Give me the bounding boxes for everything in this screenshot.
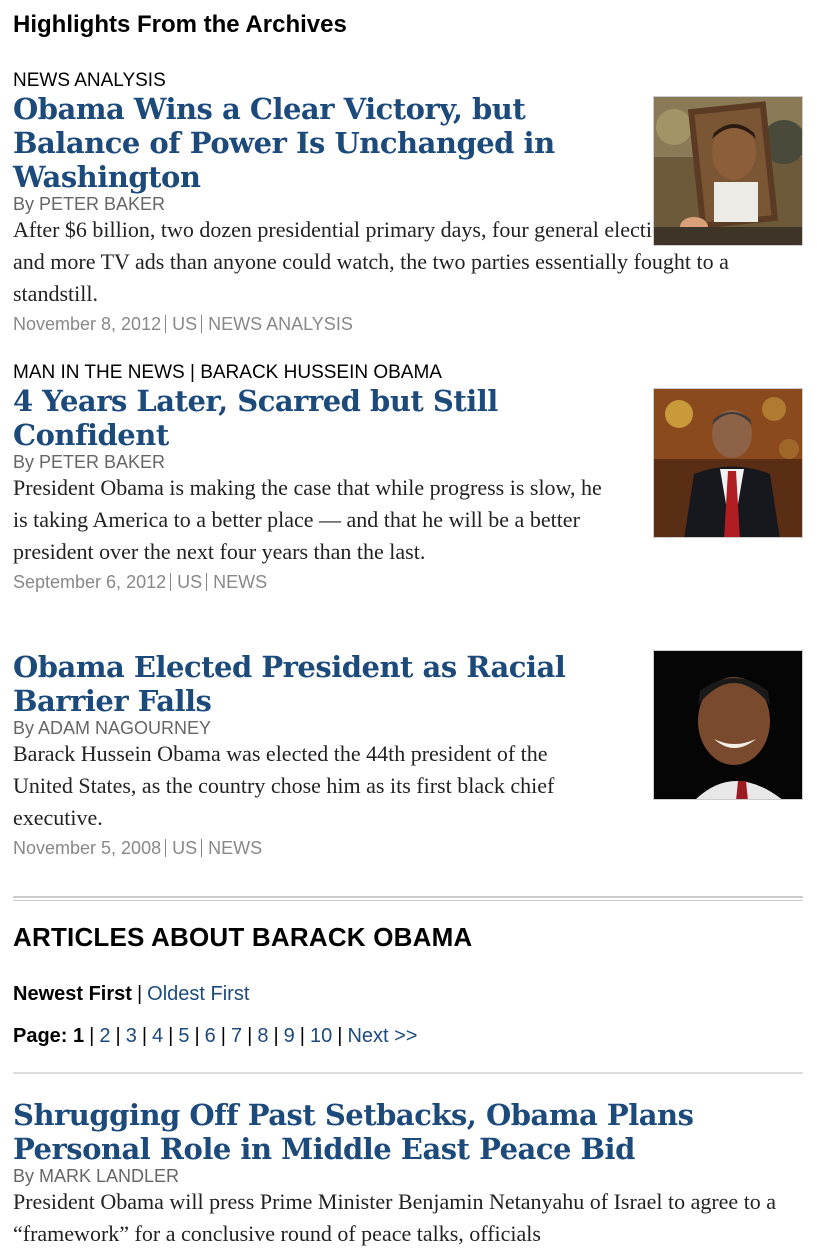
article-thumbnail-image[interactable] [653,388,803,538]
article-meta: November 5, 2008 US NEWS [13,836,803,860]
list-article-1: Shrugging Off Past Setbacks, Obama Plans… [13,1098,803,1250]
article-headline-link[interactable]: Obama Wins a Clear Victory, but Balance … [13,92,573,194]
article-headline-link[interactable]: Obama Elected President as Racial Barrie… [13,650,593,718]
pagination-divider: | [168,1025,174,1047]
article-date: September 6, 2012 [13,572,167,592]
article-thumbnail-image[interactable] [653,96,803,246]
obama-portrait-sign-image [654,97,802,245]
article-type-link[interactable]: NEWS ANALYSIS [208,314,353,334]
obama-smiling-image [654,651,802,799]
pagination-page-link[interactable]: 4 [152,1025,163,1047]
pagination-page-link[interactable]: 7 [231,1025,242,1047]
list-divider [13,1072,803,1074]
article-kicker: MAN IN THE NEWS | BARACK HUSSEIN OBAMA [13,362,442,383]
pagination-divider: | [337,1025,343,1047]
pagination-divider: | [89,1025,95,1047]
article-byline: By MARK LANDLER [13,1166,180,1186]
pagination-page-link[interactable]: 5 [178,1025,189,1047]
article-date: November 5, 2008 [13,838,162,858]
meta-divider [201,839,203,857]
pagination: Page: 1 | 2 | 3 | 4 | 5 | 6 | 7 | 8 | 9 | 10 | Next >> [13,1025,417,1048]
article-date: November 8, 2012 [13,314,162,334]
pagination-divider: | [220,1025,226,1047]
pagination-label: Page: [13,1025,68,1047]
highlight-article-3: Obama Elected President as Racial Barrie… [13,650,803,860]
highlight-article-1: NEWS ANALYSIS Obama Wins a Clear Victory… [13,70,803,336]
pagination-current-page: 1 [73,1025,85,1047]
sort-oldest-first-link[interactable]: Oldest First [147,983,249,1005]
pagination-page-link[interactable]: 3 [126,1025,137,1047]
pagination-divider: | [273,1025,279,1047]
article-summary: Barack Hussein Obama was elected the 44t… [13,741,555,830]
meta-divider [201,315,203,333]
article-headline-link[interactable]: Shrugging Off Past Setbacks, Obama Plans… [13,1098,713,1166]
meta-divider [165,839,167,857]
article-type-link[interactable]: NEWS [208,838,262,858]
article-meta: November 8, 2012 US NEWS ANALYSIS [13,312,803,336]
pagination-page-link[interactable]: 2 [99,1025,110,1047]
pagination-divider: | [194,1025,200,1047]
pagination-page-link[interactable]: 10 [310,1025,332,1047]
article-summary-text: After $6 billion, two dozen presidential… [13,217,746,306]
article-summary: President Obama is making the case that … [13,475,602,564]
pagination-divider: | [299,1025,305,1047]
article-type-link[interactable]: NEWS [213,572,267,592]
pagination-page-link[interactable]: 9 [284,1025,295,1047]
highlights-title: Highlights From the Archives [13,11,347,38]
article-thumbnail-image[interactable] [653,650,803,800]
section-divider [13,896,803,901]
pagination-page-link[interactable]: 6 [205,1025,216,1047]
article-summary: After $6 billion, two dozen presidential… [13,214,753,310]
highlight-article-2: MAN IN THE NEWS | BARACK HUSSEIN OBAMA 4… [13,362,803,594]
meta-divider [165,315,167,333]
article-section-link[interactable]: US [172,838,197,858]
meta-divider [206,573,208,591]
pagination-divider: | [115,1025,121,1047]
page-content: Highlights From the Archives NEWS ANALYS… [13,0,803,1246]
meta-divider [170,573,172,591]
article-section-link[interactable]: US [172,314,197,334]
article-kicker: NEWS ANALYSIS [13,70,166,91]
articles-about-heading: ARTICLES ABOUT BARACK OBAMA [13,922,473,952]
sort-newest-first[interactable]: Newest First [13,983,132,1005]
obama-head-down-image [654,389,802,537]
sort-bar: Newest First | Oldest First [13,983,249,1006]
pagination-divider: | [247,1025,253,1047]
pagination-next-link[interactable]: Next >> [347,1025,417,1047]
sort-divider: | [136,983,143,1005]
article-section-link[interactable]: US [177,572,202,592]
pagination-divider: | [141,1025,148,1047]
article-summary: President Obama will press Prime Ministe… [13,1189,777,1246]
pagination-page-link[interactable]: 8 [257,1025,268,1047]
article-headline-link[interactable]: 4 Years Later, Scarred but Still Confide… [13,384,573,452]
article-meta: September 6, 2012 US NEWS [13,570,803,594]
